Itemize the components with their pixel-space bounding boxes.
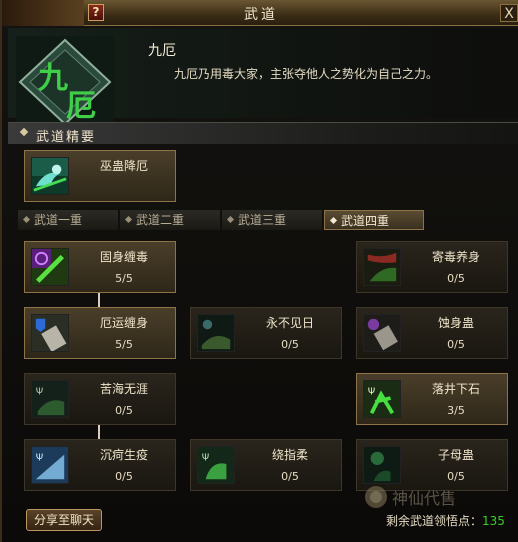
window-title: 武道 (244, 7, 278, 23)
main-skill-card[interactable]: 巫蛊降厄 (24, 150, 176, 202)
skill-card[interactable]: 厄运缠身 5/5 (24, 307, 176, 359)
skill-card[interactable]: Ψ 绕指柔 0/5 (190, 439, 342, 491)
path-description: 九厄乃用毒大家，主张夺他人之势化为自己之力。 (174, 67, 439, 81)
skill-card[interactable]: 蚀身蛊 0/5 (356, 307, 508, 359)
skill-name: 绕指柔 (271, 448, 308, 462)
green-orb-icon (363, 446, 401, 484)
skill-level: 0/5 (447, 470, 465, 483)
watermark-text: 神仙代售 (392, 489, 456, 508)
skill-level: 0/5 (447, 338, 465, 351)
skill-name: 蚀身蛊 (437, 316, 474, 330)
blue-wave-icon: Ψ (31, 446, 69, 484)
skill-name: 永不见日 (265, 316, 314, 330)
skill-level: 0/5 (281, 470, 299, 483)
skill-level: 0/5 (115, 470, 133, 483)
svg-text:Ψ: Ψ (368, 386, 375, 397)
skill-card[interactable]: 寄毒养身 0/5 (356, 241, 508, 293)
dark-moon-icon (197, 314, 235, 352)
emblem-glyph-1: 九 (38, 61, 68, 96)
skill-name: 固身缠毒 (99, 250, 148, 264)
emblem-glyph-2: 厄 (66, 89, 96, 124)
tab-bar: 武道一重 武道二重 武道三重 武道四重 (18, 210, 518, 230)
tab-stage-4[interactable]: 武道四重 (324, 210, 424, 230)
remaining-points-count: 135 (482, 514, 505, 528)
remaining-points: 剩余武道领悟点：135 (386, 512, 505, 529)
green-claw-icon: Ψ (363, 380, 401, 418)
skill-name: 苦海无涯 (99, 382, 148, 396)
remaining-points-label: 剩余武道领悟点： (386, 514, 483, 528)
bullet-icon (19, 127, 29, 137)
blue-shield-icon (31, 314, 69, 352)
skill-card[interactable]: Ψ 苦海无涯 0/5 (24, 373, 176, 425)
skill-level: 5/5 (115, 272, 133, 285)
tab-stage-2[interactable]: 武道二重 (120, 210, 220, 230)
skill-name: 寄毒养身 (431, 250, 480, 264)
section-header: 武道精要 (8, 122, 518, 145)
green-hand-icon: Ψ (197, 446, 235, 484)
svg-text:Ψ: Ψ (202, 452, 209, 463)
skill-level: 0/5 (281, 338, 299, 351)
purple-green-icon (31, 248, 69, 286)
path-emblem-icon: 九 厄 (16, 36, 114, 128)
watermark-logo: 神仙代售 (365, 486, 456, 508)
section-title: 武道精要 (36, 130, 97, 145)
tab-stage-1[interactable]: 武道一重 (18, 210, 118, 230)
share-to-chat-button[interactable]: 分享至聊天 (26, 509, 102, 531)
skill-card[interactable]: 永不见日 0/5 (190, 307, 342, 359)
skill-card[interactable]: Ψ 落井下石 3/5 (356, 373, 508, 425)
close-button[interactable]: X (500, 4, 518, 22)
red-green-icon (363, 248, 401, 286)
skill-name: 落井下石 (431, 382, 480, 396)
skill-level: 0/5 (447, 272, 465, 285)
title-bar[interactable]: ? 武道 X (2, 0, 518, 26)
skill-name: 厄运缠身 (99, 316, 148, 330)
purple-fist-icon (363, 314, 401, 352)
skill-card[interactable]: 固身缠毒 5/5 (24, 241, 176, 293)
tree-connector (98, 293, 100, 307)
path-header: 九 厄 九厄 九厄乃用毒大家，主张夺他人之势化为自己之力。 (8, 28, 518, 128)
tab-stage-3[interactable]: 武道三重 (222, 210, 322, 230)
skill-card[interactable]: Ψ 沉疴生疫 0/5 (24, 439, 176, 491)
tree-connector (98, 425, 100, 439)
skill-level: 0/5 (115, 404, 133, 417)
skill-level: 5/5 (115, 338, 133, 351)
skill-name: 子母蛊 (437, 448, 474, 462)
main-skill-name: 巫蛊降厄 (99, 159, 148, 173)
svg-text:Ψ: Ψ (36, 452, 43, 463)
cyan-bird-icon (31, 157, 69, 195)
skill-name: 沉疴生疫 (99, 448, 148, 462)
skill-level: 3/5 (447, 404, 465, 417)
path-name: 九厄 (148, 43, 176, 59)
svg-text:Ψ: Ψ (36, 386, 43, 397)
green-fist-icon: Ψ (31, 380, 69, 418)
wudao-window: ? 武道 X 九 厄 九厄 九厄乃用毒大家，主张夺他人之势化为自己之力。 武道精… (0, 0, 518, 542)
